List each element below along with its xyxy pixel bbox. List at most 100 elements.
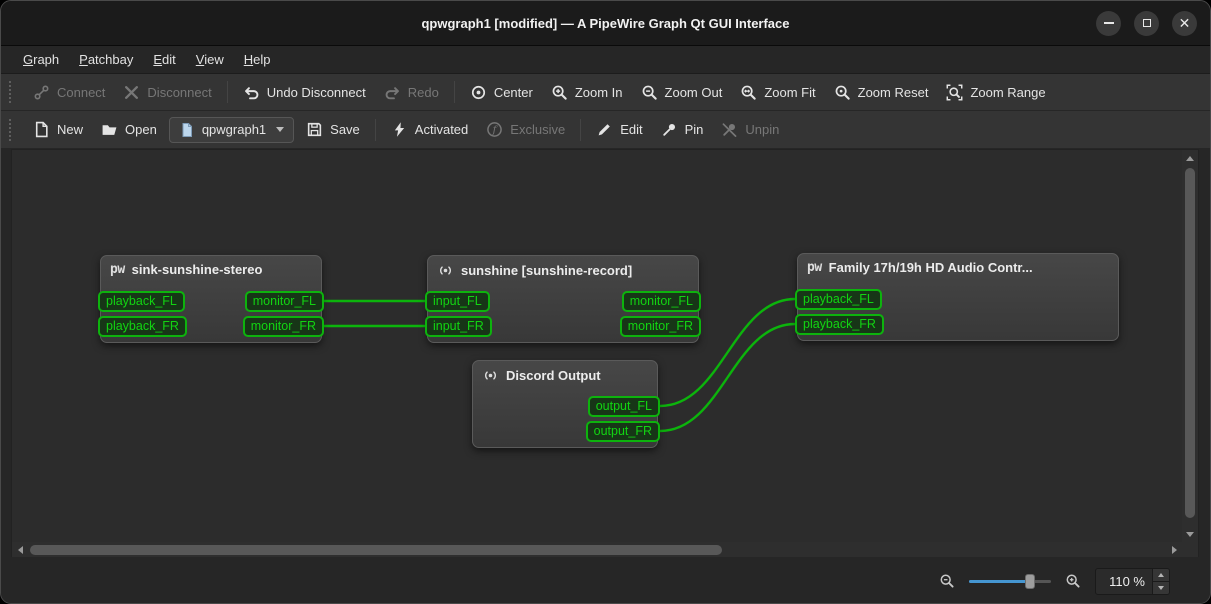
toolbar-drag-handle[interactable]	[9, 118, 16, 141]
zoom-decrement-button[interactable]	[1153, 580, 1169, 594]
zoom-reset-button[interactable]: Zoom Reset	[825, 79, 938, 106]
connect-button[interactable]: Connect	[24, 79, 114, 106]
zoom-in-icon	[552, 85, 567, 100]
new-file-icon	[35, 121, 48, 138]
open-folder-icon	[102, 125, 117, 135]
toolbar-separator	[580, 118, 582, 141]
arrow-up-icon	[1186, 155, 1194, 161]
minimize-button[interactable]	[1096, 10, 1121, 36]
port-output-fr[interactable]: output_FR	[585, 421, 660, 442]
new-button[interactable]: New	[24, 116, 92, 143]
scroll-left-button[interactable]	[12, 542, 28, 558]
center-button[interactable]: Center	[461, 79, 542, 106]
unpin-button[interactable]: Unpin	[712, 116, 788, 143]
graph-canvas[interactable]: pw sink-sunshine-stereo playback_FL play…	[12, 150, 1182, 542]
chevron-down-icon	[276, 127, 285, 132]
zoom-reset-icon	[835, 85, 850, 100]
horizontal-scrollbar-handle[interactable]	[30, 545, 722, 555]
stream-icon	[440, 266, 451, 275]
patchbay-selector-combo[interactable]: qpwgraph1	[168, 116, 295, 143]
arrow-down-icon	[1158, 585, 1164, 590]
zoom-spinbox[interactable]: 110 %	[1095, 567, 1170, 595]
button-label: Zoom Range	[970, 84, 1046, 100]
port-monitor-fl[interactable]: monitor_FL	[621, 291, 701, 312]
close-button[interactable]: ✕	[1172, 10, 1197, 36]
node-header: sunshine [sunshine-record]	[428, 256, 698, 283]
svg-text:f: f	[492, 125, 499, 136]
edit-button[interactable]: Edit	[587, 116, 651, 143]
zoom-increment-button[interactable]	[1153, 568, 1169, 581]
zoom-range-button[interactable]: Zoom Range	[937, 79, 1054, 106]
scroll-down-button[interactable]	[1182, 526, 1198, 542]
scroll-up-button[interactable]	[1182, 150, 1198, 166]
port-playback-fr[interactable]: playback_FR	[98, 316, 187, 337]
menu-patchbay[interactable]: Patchbay	[69, 48, 143, 71]
menubar: Graph Patchbay Edit View Help	[1, 46, 1210, 74]
button-label: Redo	[407, 84, 439, 100]
node-title: sink-sunshine-stereo	[131, 262, 263, 277]
button-label: Zoom Fit	[764, 84, 816, 100]
scroll-right-button[interactable]	[1166, 542, 1182, 558]
zoom-in-status-icon[interactable]	[1065, 573, 1081, 589]
activated-button[interactable]: Activated	[382, 116, 477, 143]
disconnect-button[interactable]: Disconnect	[114, 79, 220, 106]
node-header: pw Family 17h/19h HD Audio Contr...	[798, 254, 1118, 279]
toolbar-separator	[374, 118, 376, 141]
pencil-icon	[598, 124, 611, 136]
spin-buttons	[1152, 568, 1169, 594]
exclusive-button[interactable]: f Exclusive	[477, 116, 574, 143]
node-family-hd-audio[interactable]: pw Family 17h/19h HD Audio Contr... play…	[795, 253, 1119, 341]
vertical-scrollbar-handle[interactable]	[1185, 168, 1195, 518]
toolbar-separator	[453, 81, 455, 103]
toolbar-drag-handle[interactable]	[9, 81, 16, 103]
maximize-button[interactable]	[1134, 10, 1159, 36]
redo-icon	[385, 86, 399, 99]
port-monitor-fr[interactable]: monitor_FR	[242, 316, 324, 337]
menu-help[interactable]: Help	[234, 48, 281, 71]
node-sink-sunshine-stereo[interactable]: pw sink-sunshine-stereo playback_FL play…	[98, 255, 324, 343]
port-playback-fl[interactable]: playback_FL	[795, 289, 882, 310]
redo-button[interactable]: Redo	[375, 79, 448, 106]
button-label: Open	[125, 122, 157, 137]
pin-icon	[662, 123, 675, 136]
open-button[interactable]: Open	[92, 116, 166, 143]
menu-view[interactable]: View	[186, 48, 234, 71]
port-output-fl[interactable]: output_FL	[587, 396, 660, 417]
zoom-out-status-icon[interactable]	[939, 573, 955, 589]
node-discord-output[interactable]: Discord Output output_FL output_FR	[472, 360, 660, 448]
zoom-out-icon	[642, 85, 657, 100]
zoom-out-button[interactable]: Zoom Out	[632, 79, 732, 106]
arrow-up-icon	[1158, 572, 1164, 577]
lightning-icon	[394, 122, 404, 137]
node-sunshine-record[interactable]: sunshine [sunshine-record] input_FL inpu…	[425, 255, 701, 343]
save-button[interactable]: Save	[297, 116, 369, 143]
vertical-scrollbar[interactable]	[1182, 150, 1198, 542]
menu-edit[interactable]: Edit	[143, 48, 185, 71]
menu-graph[interactable]: Graph	[13, 48, 69, 71]
maximize-icon	[1142, 19, 1151, 27]
port-monitor-fr[interactable]: monitor_FR	[619, 316, 701, 337]
zoom-fit-button[interactable]: Zoom Fit	[731, 79, 824, 106]
titlebar[interactable]: qpwgraph1 [modified] — A PipeWire Graph …	[1, 1, 1210, 46]
zoom-slider-handle[interactable]	[1025, 574, 1035, 589]
zoom-slider-fill	[969, 580, 1029, 583]
zoom-slider[interactable]	[969, 572, 1051, 590]
patchbay-file-icon	[182, 122, 192, 137]
horizontal-scrollbar[interactable]	[12, 542, 1182, 558]
pin-button[interactable]: Pin	[652, 116, 713, 143]
port-playback-fl[interactable]: playback_FL	[98, 291, 185, 312]
scrollbar-corner	[1182, 542, 1198, 558]
connections-layer	[322, 297, 797, 433]
port-input-fr[interactable]: input_FR	[425, 316, 492, 337]
zoom-fit-icon	[741, 85, 757, 100]
app-window: qpwgraph1 [modified] — A PipeWire Graph …	[0, 0, 1211, 604]
port-playback-fr[interactable]: playback_FR	[795, 314, 884, 335]
zoom-in-button[interactable]: Zoom In	[542, 79, 632, 106]
port-monitor-fl[interactable]: monitor_FL	[244, 291, 324, 312]
button-label: Undo Disconnect	[266, 84, 366, 100]
graph-toolbar: Connect Disconnect Undo Disconnect Redo …	[1, 74, 1210, 111]
minimize-icon	[1103, 22, 1114, 24]
zoom-value[interactable]: 110 %	[1096, 569, 1152, 594]
undo-disconnect-button[interactable]: Undo Disconnect	[234, 79, 375, 106]
port-input-fl[interactable]: input_FL	[425, 291, 490, 312]
